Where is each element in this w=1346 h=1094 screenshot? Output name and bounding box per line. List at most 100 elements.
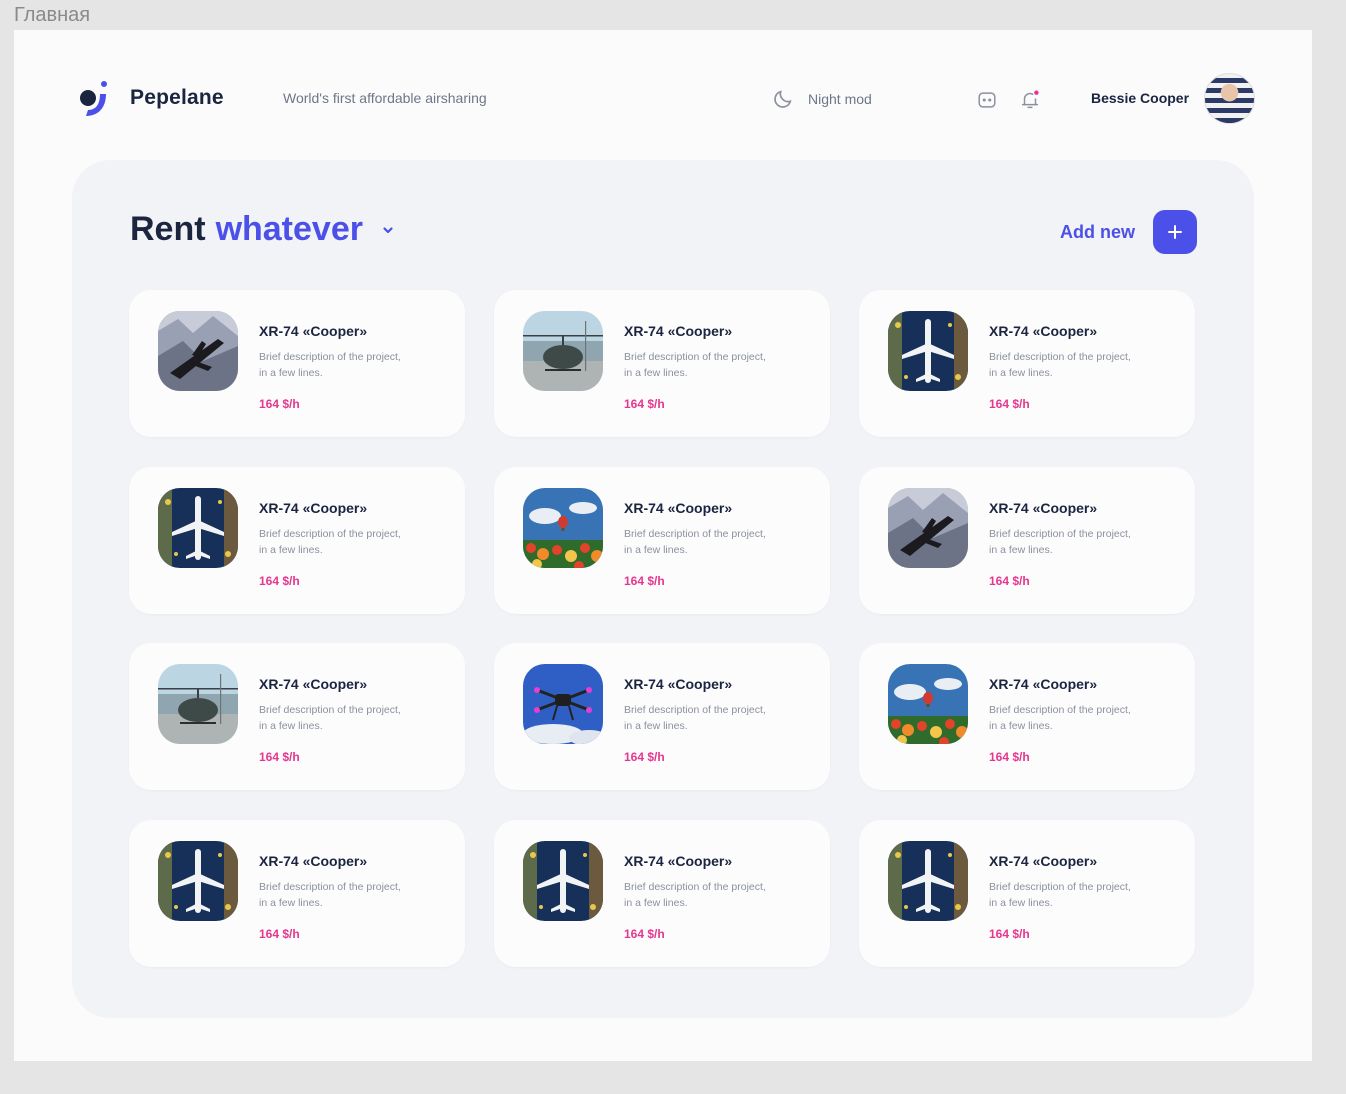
card-description-line: Brief description of the project, bbox=[624, 881, 766, 894]
card-title: XR-74 «Cooper» bbox=[259, 676, 368, 693]
card-description: Brief description of the project, in a fe… bbox=[259, 349, 439, 381]
card-description: Brief description of the project, in a fe… bbox=[624, 526, 804, 558]
chevron-down-icon bbox=[383, 226, 393, 233]
aircraft-card[interactable]: XR-74 «Cooper» Brief description of the p… bbox=[859, 290, 1195, 437]
night-mode-toggle[interactable]: Night mod bbox=[772, 88, 872, 110]
card-title: XR-74 «Cooper» bbox=[259, 853, 368, 870]
card-description-line: in a few lines. bbox=[259, 367, 323, 379]
card-description-line: in a few lines. bbox=[989, 897, 1053, 910]
card-description-line: in a few lines. bbox=[259, 543, 323, 556]
card-description-line: Brief description of the project, bbox=[989, 704, 1131, 717]
aircraft-image bbox=[158, 841, 238, 922]
brand-name[interactable]: Pepelane bbox=[130, 86, 224, 110]
card-description-line: in a few lines. bbox=[259, 897, 323, 910]
card-description-line: in a few lines. bbox=[624, 367, 688, 379]
header: Pepelane World's first affordable airsha… bbox=[14, 30, 1312, 165]
aircraft-card[interactable]: XR-74 «Cooper» Brief description of the p… bbox=[859, 820, 1195, 968]
aircraft-card[interactable]: XR-74 «Cooper» Brief description of the p… bbox=[129, 290, 465, 437]
rent-panel: Rent whatever Add new XR-74 «Cooper» Brie… bbox=[72, 160, 1254, 1018]
card-description-line: Brief description of the project, bbox=[624, 351, 766, 363]
aircraft-card[interactable]: XR-74 «Cooper» Brief description of the p… bbox=[494, 290, 830, 437]
card-title: XR-74 «Cooper» bbox=[624, 323, 733, 339]
add-new-label: Add new bbox=[1060, 221, 1135, 242]
card-description-line: Brief description of the project, bbox=[989, 881, 1131, 894]
card-title: XR-74 «Cooper» bbox=[989, 676, 1098, 693]
aircraft-image bbox=[523, 841, 603, 922]
aircraft-image bbox=[158, 311, 238, 391]
card-description-line: Brief description of the project, bbox=[259, 881, 401, 894]
aircraft-card[interactable]: XR-74 «Cooper» Brief description of the p… bbox=[859, 466, 1195, 614]
add-new-button[interactable]: Add new bbox=[1060, 210, 1197, 254]
aircraft-card[interactable]: XR-74 «Cooper» Brief description of the p… bbox=[494, 466, 830, 614]
card-price: 164 $/h bbox=[259, 927, 300, 942]
card-description: Brief description of the project, in a fe… bbox=[624, 349, 804, 381]
aircraft-image bbox=[158, 664, 238, 745]
card-title: XR-74 «Cooper» bbox=[624, 499, 733, 516]
card-description-line: Brief description of the project, bbox=[989, 351, 1131, 363]
aircraft-card[interactable]: XR-74 «Cooper» Brief description of the p… bbox=[859, 643, 1195, 791]
panel-title-main: Rent bbox=[130, 210, 206, 248]
card-title: XR-74 «Cooper» bbox=[989, 853, 1098, 870]
card-description-line: in a few lines. bbox=[259, 720, 323, 733]
category-dropdown[interactable]: Rent whatever bbox=[130, 210, 395, 249]
aircraft-card[interactable]: XR-74 «Cooper» Brief description of the p… bbox=[129, 643, 465, 791]
app-frame: Pepelane World's first affordable airsha… bbox=[14, 30, 1312, 1061]
avatar[interactable] bbox=[1204, 73, 1255, 124]
aircraft-image bbox=[888, 664, 968, 745]
card-description: Brief description of the project, in a fe… bbox=[624, 702, 804, 734]
card-description: Brief description of the project, in a fe… bbox=[259, 879, 439, 911]
aircraft-card[interactable]: XR-74 «Cooper» Brief description of the p… bbox=[494, 820, 830, 968]
aircraft-image bbox=[523, 664, 603, 745]
card-description: Brief description of the project, in a fe… bbox=[624, 879, 804, 911]
card-title: XR-74 «Cooper» bbox=[259, 323, 368, 339]
card-description-line: Brief description of the project, bbox=[259, 527, 401, 540]
aircraft-image bbox=[158, 487, 238, 568]
aircraft-card[interactable]: XR-74 «Cooper» Brief description of the p… bbox=[129, 820, 465, 968]
card-price: 164 $/h bbox=[624, 397, 665, 411]
aircraft-card[interactable]: XR-74 «Cooper» Brief description of the p… bbox=[129, 466, 465, 614]
card-description-line: in a few lines. bbox=[989, 543, 1053, 556]
card-title: XR-74 «Cooper» bbox=[624, 676, 733, 693]
card-description-line: in a few lines. bbox=[989, 720, 1053, 733]
card-title: XR-74 «Cooper» bbox=[624, 853, 733, 870]
card-title: XR-74 «Cooper» bbox=[989, 499, 1098, 516]
card-price: 164 $/h bbox=[259, 573, 300, 588]
card-description-line: in a few lines. bbox=[624, 897, 688, 910]
card-description: Brief description of the project, in a fe… bbox=[989, 879, 1169, 911]
card-description: Brief description of the project, in a fe… bbox=[989, 526, 1169, 558]
aircraft-image bbox=[523, 311, 603, 391]
card-price: 164 $/h bbox=[989, 397, 1030, 411]
card-price: 164 $/h bbox=[624, 927, 665, 942]
tagline: World's first affordable airsharing bbox=[283, 90, 487, 106]
card-description-line: Brief description of the project, bbox=[624, 527, 766, 540]
bell-icon bbox=[1021, 90, 1039, 109]
plus-icon bbox=[1168, 225, 1182, 239]
card-grid: XR-74 «Cooper» Brief description of the p… bbox=[129, 290, 1195, 968]
card-description: Brief description of the project, in a fe… bbox=[259, 526, 439, 558]
notifications-button[interactable] bbox=[1018, 88, 1042, 112]
card-description: Brief description of the project, in a fe… bbox=[989, 349, 1169, 381]
aircraft-image bbox=[888, 487, 968, 568]
card-description-line: Brief description of the project, bbox=[259, 704, 401, 717]
card-price: 164 $/h bbox=[259, 750, 300, 765]
card-description-line: in a few lines. bbox=[624, 543, 688, 556]
aircraft-card[interactable]: XR-74 «Cooper» Brief description of the p… bbox=[494, 643, 830, 791]
night-mode-label: Night mod bbox=[808, 91, 872, 107]
frame-label: Главная bbox=[14, 4, 91, 26]
user-name[interactable]: Bessie Cooper bbox=[1091, 90, 1189, 106]
pepelane-logo-icon[interactable] bbox=[78, 80, 112, 118]
card-description: Brief description of the project, in a fe… bbox=[989, 702, 1169, 734]
card-price: 164 $/h bbox=[989, 927, 1030, 942]
panel-title-accent: whatever bbox=[215, 210, 363, 248]
card-price: 164 $/h bbox=[624, 750, 665, 765]
plus-button[interactable] bbox=[1153, 210, 1197, 254]
card-description-line: Brief description of the project, bbox=[989, 527, 1131, 540]
chat-icon bbox=[978, 92, 996, 108]
moon-icon bbox=[774, 90, 792, 108]
aircraft-image bbox=[888, 841, 968, 922]
aircraft-image bbox=[523, 487, 603, 568]
messages-button[interactable] bbox=[975, 88, 999, 112]
card-description-line: Brief description of the project, bbox=[624, 704, 766, 717]
card-title: XR-74 «Cooper» bbox=[259, 499, 368, 516]
card-price: 164 $/h bbox=[259, 397, 300, 411]
